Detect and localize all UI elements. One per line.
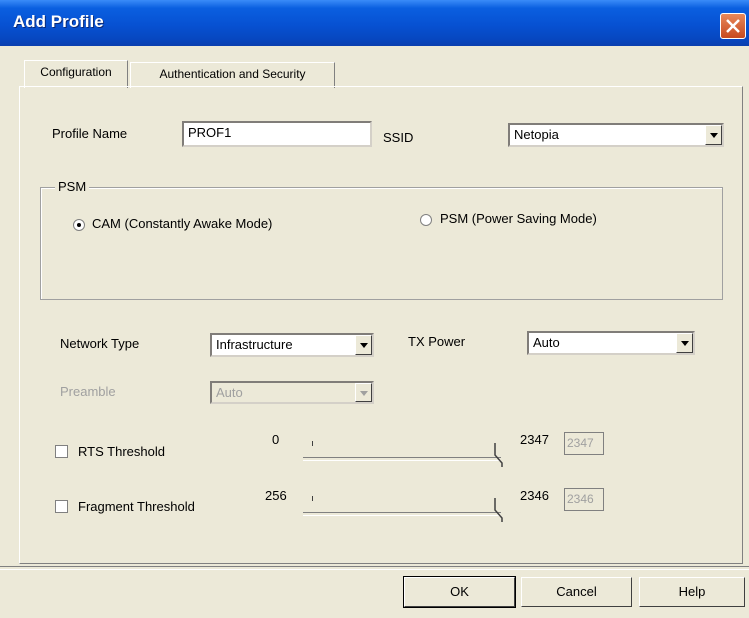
close-icon[interactable] [720, 13, 746, 39]
fragment-slider-thumb-glyph [494, 498, 503, 522]
preamble-select: Auto [210, 381, 374, 404]
help-button[interactable]: Help [639, 577, 745, 607]
ssid-dropdown-arrow-icon[interactable] [705, 125, 722, 145]
window-title: Add Profile [13, 12, 104, 31]
fragment-value-box: 2346 [564, 488, 604, 511]
footer-separator [0, 566, 749, 570]
preamble-label: Preamble [60, 384, 116, 399]
tab-authentication-security-label: Authentication and Security [159, 67, 306, 81]
network-type-select[interactable]: Infrastructure [210, 333, 374, 357]
rts-slider-track[interactable] [303, 457, 501, 461]
tab-configuration[interactable]: Configuration [24, 60, 128, 88]
fragment-slider-track[interactable] [303, 512, 501, 516]
tab-authentication-security[interactable]: Authentication and Security [130, 62, 335, 88]
fragment-threshold-checkbox[interactable] [55, 500, 68, 513]
cam-radio-label[interactable]: CAM (Constantly Awake Mode) [92, 216, 272, 231]
fragment-slider-tick [312, 496, 313, 501]
preamble-value: Auto [216, 385, 243, 400]
psm-radio-label[interactable]: PSM (Power Saving Mode) [440, 211, 597, 226]
network-type-value: Infrastructure [216, 337, 293, 352]
ssid-select[interactable]: Netopia [508, 123, 724, 147]
configuration-panel [19, 86, 743, 564]
fragment-max-value: 2346 [520, 488, 549, 503]
profile-name-input[interactable]: PROF1 [182, 121, 372, 147]
rts-min-value: 0 [272, 432, 280, 447]
tx-power-dropdown-arrow-icon[interactable] [676, 333, 693, 353]
add-profile-dialog: Add Profile Configuration Authentication… [0, 0, 749, 618]
cam-radio[interactable] [73, 219, 85, 231]
rts-slider-thumb[interactable] [493, 441, 505, 469]
ok-button[interactable]: OK [403, 576, 516, 608]
psm-group-label: PSM [55, 179, 90, 194]
rts-threshold-label[interactable]: RTS Threshold [78, 444, 165, 459]
rts-max-value: 2347 [520, 432, 549, 447]
profile-name-label: Profile Name [52, 126, 128, 141]
title-bar[interactable]: Add Profile [0, 0, 749, 46]
rts-value-box: 2347 [564, 432, 604, 455]
network-type-label: Network Type [60, 336, 140, 351]
rts-slider-thumb-glyph [494, 443, 503, 467]
psm-radio[interactable] [420, 214, 432, 226]
tab-configuration-label: Configuration [40, 65, 112, 79]
ssid-label: SSID [383, 130, 414, 145]
tx-power-label: TX Power [408, 334, 466, 349]
rts-slider-tick [312, 441, 313, 446]
tx-power-select[interactable]: Auto [527, 331, 695, 355]
psm-groupbox [40, 187, 723, 300]
cancel-button[interactable]: Cancel [521, 577, 632, 607]
close-x-glyph [726, 19, 740, 33]
network-type-dropdown-arrow-icon[interactable] [355, 335, 372, 355]
fragment-threshold-label[interactable]: Fragment Threshold [78, 499, 195, 514]
ssid-value: Netopia [514, 127, 559, 142]
fragment-min-value: 256 [265, 488, 287, 503]
tx-power-value: Auto [533, 335, 560, 350]
fragment-slider-thumb[interactable] [493, 496, 505, 524]
preamble-dropdown-arrow-icon [355, 383, 372, 402]
rts-threshold-checkbox[interactable] [55, 445, 68, 458]
